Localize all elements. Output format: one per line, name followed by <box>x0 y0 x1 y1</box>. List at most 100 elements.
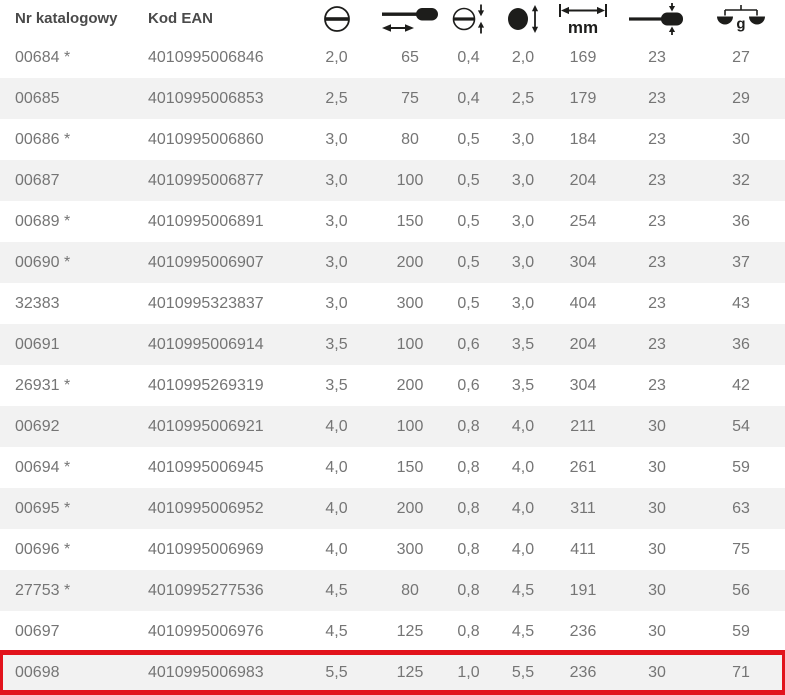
ean-code: 4010995006976 <box>148 622 264 640</box>
value-cell: 36 <box>732 335 750 353</box>
value-cell: 3,5 <box>325 376 348 394</box>
table-row: 00689 * 4010995006891 3,0 150 0,5 3,0 25… <box>0 201 785 242</box>
catalog-number: 00689 * <box>15 212 71 230</box>
tip-diameter-icon <box>506 4 540 34</box>
value-cell: 80 <box>401 581 419 599</box>
value-cell: 0,8 <box>457 581 480 599</box>
value-cell: 30 <box>732 130 750 148</box>
value-cell: 23 <box>648 171 666 189</box>
value-cell: 2,0 <box>325 48 348 66</box>
weight-icon: g <box>715 4 767 34</box>
catalog-number: 32383 <box>15 294 60 312</box>
value-cell: 169 <box>569 48 597 66</box>
value-cell: 0,5 <box>457 130 480 148</box>
catalog-number: 00684 * <box>15 48 71 66</box>
overall-length-icon: mm <box>557 2 609 37</box>
value-cell: 30 <box>648 458 666 476</box>
value-cell: 304 <box>569 376 597 394</box>
value-cell: 59 <box>732 458 750 476</box>
ean-code: 4010995006846 <box>148 48 264 66</box>
value-cell: 1,0 <box>457 663 480 681</box>
catalog-number: 00695 * <box>15 499 71 517</box>
ean-code: 4010995006860 <box>148 130 264 148</box>
value-cell: 100 <box>396 417 424 435</box>
value-cell: 23 <box>648 48 666 66</box>
value-cell: 0,8 <box>457 622 480 640</box>
table-row: 00692 4010995006921 4,0 100 0,8 4,0 211 … <box>0 406 785 447</box>
value-cell: 75 <box>401 89 419 107</box>
value-cell: 23 <box>648 253 666 271</box>
value-cell: 3,5 <box>511 335 535 353</box>
value-cell: 32 <box>732 171 750 189</box>
table-row: 00686 * 4010995006860 3,0 80 0,5 3,0 184… <box>0 119 785 160</box>
value-cell: 27 <box>732 48 750 66</box>
value-cell: 3,0 <box>511 294 535 312</box>
catalog-number: 00694 * <box>15 458 71 476</box>
value-cell: 2,5 <box>511 89 535 107</box>
value-cell: 0,8 <box>457 417 480 435</box>
value-cell: 200 <box>396 253 424 271</box>
value-cell: 4,0 <box>511 540 535 558</box>
catalog-number: 00692 <box>15 417 60 435</box>
value-cell: 4,5 <box>511 622 535 640</box>
col-header-catalog-number: Nr katalogowy <box>15 10 118 27</box>
value-cell: 5,5 <box>511 663 535 681</box>
value-cell: 3,0 <box>511 253 535 271</box>
value-cell: 204 <box>569 335 597 353</box>
value-cell: 65 <box>401 48 419 66</box>
value-cell: 125 <box>396 663 424 681</box>
value-cell: 0,8 <box>457 458 480 476</box>
table-body: 00684 * 4010995006846 2,0 65 0,4 2,0 169… <box>0 37 785 695</box>
value-cell: 200 <box>396 499 424 517</box>
value-cell: 184 <box>569 130 597 148</box>
value-cell: 3,0 <box>325 171 348 189</box>
value-cell: 300 <box>396 540 424 558</box>
value-cell: 23 <box>648 294 666 312</box>
value-cell: 23 <box>648 89 666 107</box>
value-cell: 300 <box>396 294 424 312</box>
value-cell: 211 <box>570 417 596 435</box>
value-cell: 0,5 <box>457 212 480 230</box>
value-cell: 150 <box>396 212 424 230</box>
value-cell: 4,5 <box>325 622 348 640</box>
value-cell: 59 <box>732 622 750 640</box>
col-header-tip-diameter <box>497 0 549 37</box>
value-cell: 23 <box>648 130 666 148</box>
value-cell: 200 <box>396 376 424 394</box>
value-cell: 5,5 <box>325 663 348 681</box>
value-cell: 3,0 <box>325 294 348 312</box>
table-row: 00696 * 4010995006969 4,0 300 0,8 4,0 41… <box>0 529 785 570</box>
gram-unit-label: g <box>736 15 745 32</box>
value-cell: 0,5 <box>457 294 480 312</box>
col-header-overall-length: mm <box>549 0 617 37</box>
table-row: 00690 * 4010995006907 3,0 200 0,5 3,0 30… <box>0 242 785 283</box>
mm-unit-label: mm <box>568 18 598 36</box>
table-row: 27753 * 4010995277536 4,5 80 0,8 4,5 191… <box>0 570 785 611</box>
ean-code: 4010995277536 <box>148 581 264 599</box>
ean-code: 4010995006952 <box>148 499 264 517</box>
value-cell: 3,0 <box>511 212 535 230</box>
value-cell: 80 <box>401 130 419 148</box>
value-cell: 23 <box>648 376 666 394</box>
ean-code: 4010995006853 <box>148 89 264 107</box>
value-cell: 30 <box>648 499 666 517</box>
value-cell: 2,5 <box>325 89 348 107</box>
catalog-number: 00697 <box>15 622 60 640</box>
value-cell: 100 <box>396 171 424 189</box>
value-cell: 204 <box>569 171 597 189</box>
table-row: 00697 4010995006976 4,5 125 0,8 4,5 236 … <box>0 611 785 652</box>
value-cell: 63 <box>732 499 750 517</box>
value-cell: 3,0 <box>511 130 535 148</box>
value-cell: 125 <box>396 622 424 640</box>
table-row: 26931 * 4010995269319 3,5 200 0,6 3,5 30… <box>0 365 785 406</box>
value-cell: 0,5 <box>457 171 480 189</box>
value-cell: 23 <box>648 335 666 353</box>
value-cell: 261 <box>569 458 597 476</box>
value-cell: 30 <box>648 581 666 599</box>
slot-thickness-icon <box>451 4 487 34</box>
ean-code: 4010995006891 <box>148 212 264 230</box>
catalog-number: 26931 * <box>15 376 71 394</box>
catalog-number: 27753 * <box>15 581 71 599</box>
value-cell: 179 <box>569 89 597 107</box>
value-cell: 3,0 <box>325 253 348 271</box>
